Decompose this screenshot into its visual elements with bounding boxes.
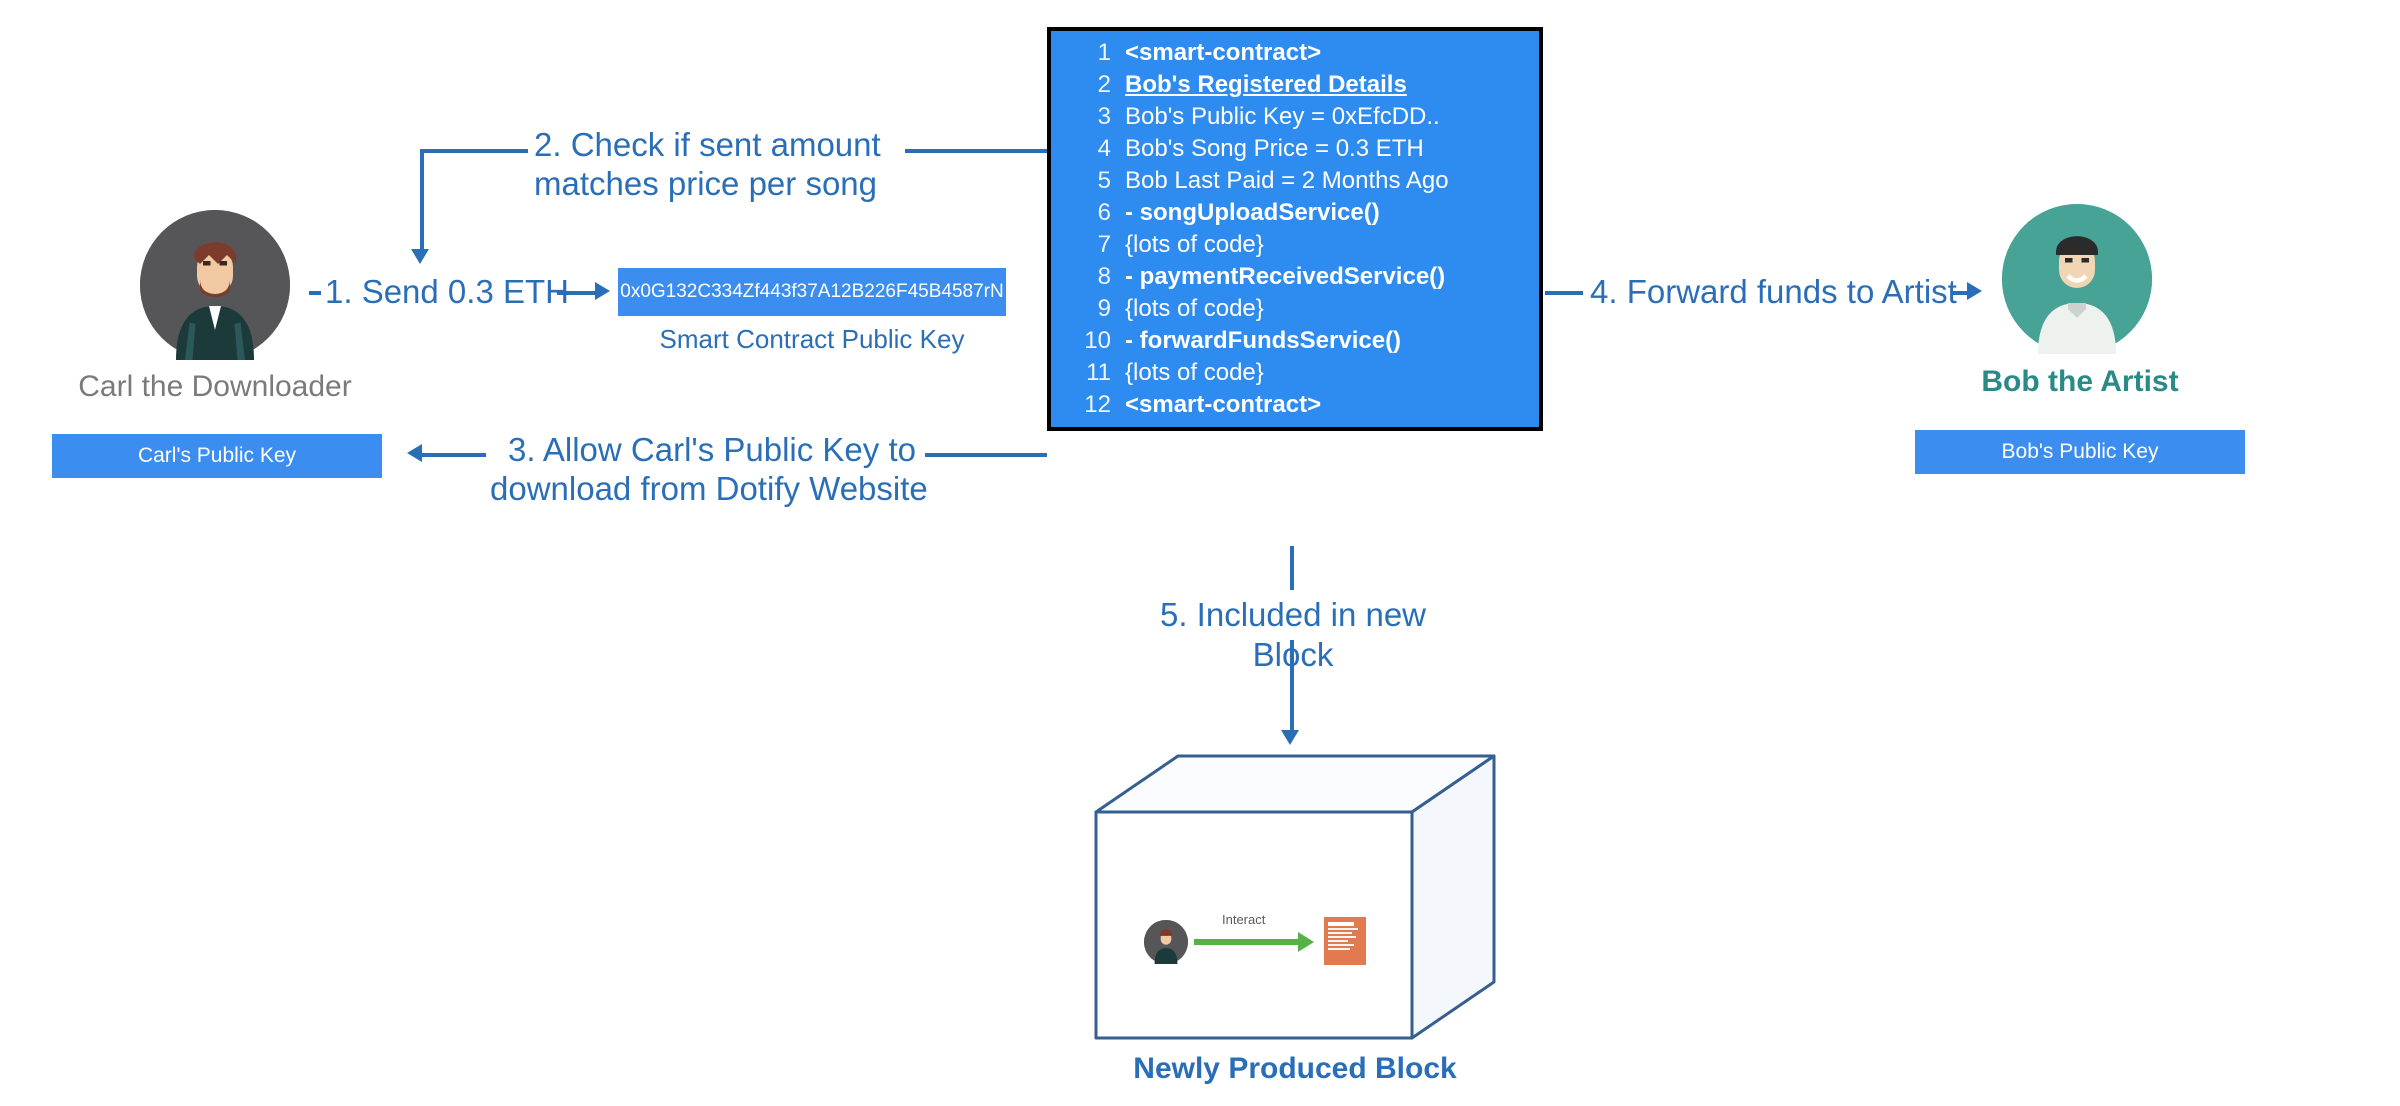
step-3-label-a: 3. Allow Carl's Public Key to <box>508 430 916 470</box>
step-3-label-b: download from Dotify Website <box>490 469 928 509</box>
ln: 2 <box>1065 71 1125 99</box>
contract-key-box: 0x0G132C334Zf443f37A12B226F45B4587rN <box>618 268 1006 316</box>
code: Bob's Song Price = 0.3 ETH <box>1125 135 1424 163</box>
ln: 1 <box>1065 39 1125 67</box>
bob-key-box: Bob's Public Key <box>1915 430 2245 474</box>
carl-avatar-icon <box>140 210 290 360</box>
code: <smart-contract> <box>1125 391 1321 419</box>
ln: 12 <box>1065 391 1125 419</box>
contract-key-label: Smart Contract Public Key <box>618 324 1006 355</box>
ln: 7 <box>1065 231 1125 259</box>
interact-arrow-icon <box>1194 929 1314 955</box>
bob-avatar-icon <box>2002 204 2152 354</box>
carl-label: Carl the Downloader <box>70 370 360 404</box>
code: Bob's Public Key = 0xEfcDD.. <box>1125 103 1440 131</box>
interact-label: Interact <box>1222 912 1265 927</box>
smart-contract-box: 1<smart-contract> 2Bob's Registered Deta… <box>1047 27 1543 431</box>
code: - songUploadService() <box>1125 199 1380 227</box>
code: {lots of code} <box>1125 359 1264 387</box>
block-cube-icon: Interact <box>1086 752 1506 1057</box>
code: {lots of code} <box>1125 295 1264 323</box>
ln: 9 <box>1065 295 1125 323</box>
ln: 8 <box>1065 263 1125 291</box>
bob-label: Bob the Artist <box>1955 365 2205 399</box>
inner-avatar-icon <box>1144 920 1188 964</box>
code: <smart-contract> <box>1125 39 1321 67</box>
code: Bob Last Paid = 2 Months Ago <box>1125 167 1449 195</box>
ln: 10 <box>1065 327 1125 355</box>
carl-key-box: Carl's Public Key <box>52 434 382 478</box>
step-2-label-b: matches price per song <box>534 164 877 204</box>
ln: 3 <box>1065 103 1125 131</box>
code: - paymentReceivedService() <box>1125 263 1445 291</box>
ln: 6 <box>1065 199 1125 227</box>
ln: 11 <box>1065 359 1125 387</box>
code: - forwardFundsService() <box>1125 327 1401 355</box>
ln: 5 <box>1065 167 1125 195</box>
code: {lots of code} <box>1125 231 1264 259</box>
ln: 4 <box>1065 135 1125 163</box>
inner-code-icon <box>1324 917 1366 965</box>
step-4-label: 4. Forward funds to Artist <box>1590 272 1957 312</box>
step-2-label-a: 2. Check if sent amount <box>534 125 881 165</box>
step-1-label: 1. Send 0.3 ETH <box>325 272 569 312</box>
block-label: Newly Produced Block <box>1120 1052 1470 1086</box>
code: Bob's Registered Details <box>1125 71 1407 99</box>
